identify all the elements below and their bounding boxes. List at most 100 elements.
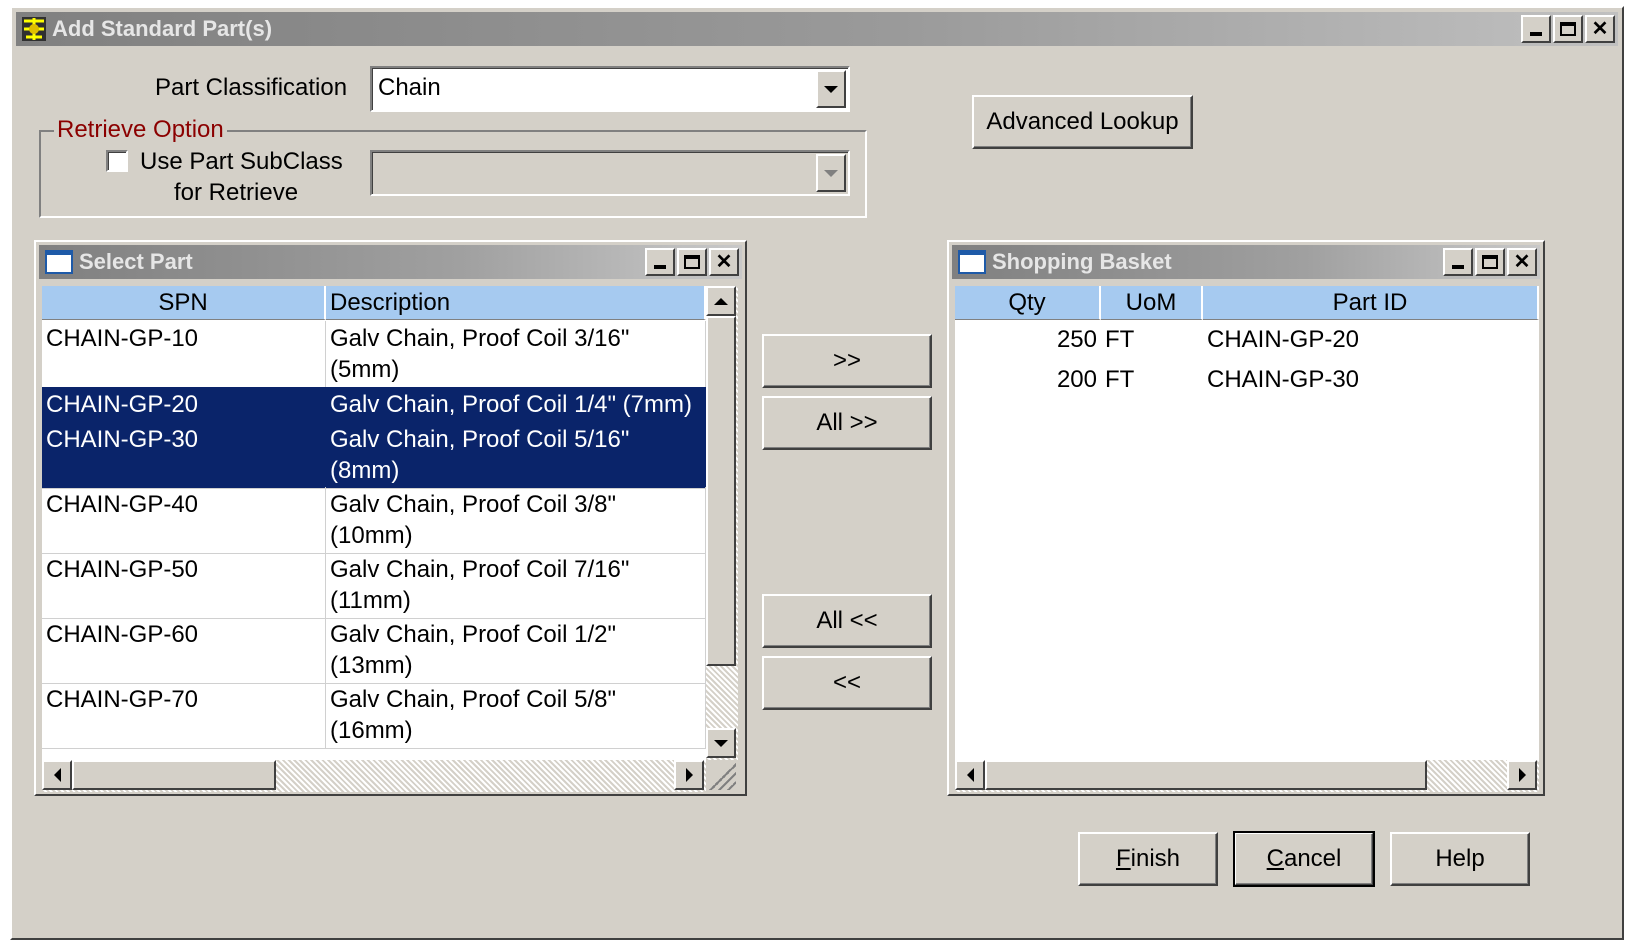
scroll-thumb[interactable] (985, 760, 1427, 790)
table-row[interactable]: CHAIN-GP-60 Galv Chain, Proof Coil 1/2"(… (42, 617, 706, 684)
column-header-part-id[interactable]: Part ID (1203, 286, 1539, 320)
panel-window-icon (958, 250, 986, 274)
shopping-basket-titlebar[interactable]: Shopping Basket ✕ (952, 245, 1540, 279)
select-part-close-button[interactable]: ✕ (709, 248, 739, 276)
row-spn: CHAIN-GP-10 (42, 321, 326, 387)
finish-button[interactable]: Finish (1078, 832, 1218, 886)
dropdown-arrow-button[interactable] (816, 70, 846, 108)
table-row[interactable]: 250 FT CHAIN-GP-20 (955, 322, 1539, 357)
scroll-up-button[interactable] (706, 286, 736, 316)
cancel-mnemonic: C (1266, 845, 1284, 872)
select-part-minimize-button[interactable] (645, 248, 675, 276)
row-description: Galv Chain, Proof Coil 1/4" (7mm) (326, 387, 706, 422)
minimize-button[interactable] (1521, 15, 1551, 43)
add-all-button[interactable]: All >> (762, 396, 932, 450)
minimize-icon (1530, 32, 1542, 36)
maximize-button[interactable] (1553, 15, 1583, 43)
scroll-thumb[interactable] (706, 316, 736, 666)
column-header-description[interactable]: Description (326, 286, 706, 320)
add-standard-parts-window: Add Standard Part(s) ✕ Part Classificati… (10, 6, 1624, 940)
column-header-spn[interactable]: SPN (42, 286, 326, 320)
scroll-left-button[interactable] (42, 760, 72, 790)
window-title: Add Standard Part(s) (52, 16, 273, 41)
shopping-basket-title: Shopping Basket (992, 249, 1172, 274)
scroll-left-button[interactable] (955, 760, 985, 790)
subclass-dropdown[interactable] (370, 150, 850, 196)
arrow-left-icon (53, 768, 61, 782)
use-subclass-label-line2: for Retrieve (174, 179, 299, 206)
shopping-basket-panel: Shopping Basket ✕ Qty UoM Part ID 250 FT… (947, 240, 1545, 796)
row-qty: 200 (1056, 366, 1097, 393)
select-part-grid[interactable]: SPN Description CHAIN-GP-10 Galv Chain, … (42, 286, 706, 760)
add-selected-button[interactable]: >> (762, 334, 932, 388)
arrow-right-icon (685, 768, 693, 782)
basket-horizontal-scrollbar[interactable] (955, 760, 1539, 792)
row-uom: FT (1105, 366, 1135, 393)
maximize-icon (1560, 22, 1576, 36)
table-row[interactable]: 200 FT CHAIN-GP-30 (955, 362, 1539, 397)
scroll-right-button[interactable] (674, 760, 704, 790)
shopping-basket-grid[interactable]: Qty UoM Part ID 250 FT CHAIN-GP-20 200 F… (955, 286, 1539, 760)
advanced-lookup-button[interactable]: Advanced Lookup (972, 95, 1193, 149)
basket-maximize-button[interactable] (1475, 248, 1505, 276)
remove-all-button[interactable]: All << (762, 594, 932, 648)
use-subclass-label-line1: Use Part SubClass (140, 148, 343, 175)
column-header-uom[interactable]: UoM (1101, 286, 1203, 320)
part-classification-dropdown[interactable]: Chain (370, 66, 850, 112)
close-icon: ✕ (1513, 251, 1531, 273)
use-subclass-checkbox[interactable] (106, 150, 128, 172)
row-description: Galv Chain, Proof Coil 1/2" (13mm) (326, 617, 706, 683)
finish-mnemonic: F (1115, 845, 1131, 872)
retrieve-option-legend: Retrieve Option (54, 116, 227, 144)
row-qty: 250 (1056, 326, 1097, 353)
row-uom: FT (1105, 326, 1135, 353)
panel-window-icon (45, 250, 73, 274)
row-description: Galv Chain, Proof Coil 3/16" (5mm) (326, 321, 706, 387)
scroll-thumb[interactable] (72, 760, 276, 790)
arrow-up-icon (714, 297, 728, 305)
select-part-maximize-button[interactable] (677, 248, 707, 276)
basket-close-button[interactable]: ✕ (1507, 248, 1537, 276)
close-icon: ✕ (1591, 18, 1609, 40)
table-row[interactable]: CHAIN-GP-10 Galv Chain, Proof Coil 3/16"… (42, 321, 706, 388)
part-classification-value: Chain (378, 74, 441, 101)
table-row[interactable]: CHAIN-GP-40 Galv Chain, Proof Coil 3/8"(… (42, 487, 706, 554)
table-row[interactable]: CHAIN-GP-30 Galv Chain, Proof Coil 5/16"… (42, 422, 706, 489)
row-description: Galv Chain, Proof Coil 3/8" (10mm) (326, 487, 706, 553)
scroll-right-button[interactable] (1507, 760, 1537, 790)
row-description: Galv Chain, Proof Coil 5/16" (8mm) (326, 422, 706, 488)
subclass-dropdown-arrow[interactable] (816, 154, 846, 192)
minimize-icon (1452, 265, 1464, 269)
help-button[interactable]: Help (1390, 832, 1530, 886)
resize-grip-icon[interactable] (706, 760, 736, 790)
arrow-down-icon (714, 739, 728, 747)
scroll-down-button[interactable] (706, 728, 736, 758)
chevron-down-icon (824, 169, 838, 177)
select-part-horizontal-scrollbar[interactable] (42, 760, 706, 792)
table-row[interactable]: CHAIN-GP-70 Galv Chain, Proof Coil 5/8"(… (42, 682, 706, 749)
row-description: Galv Chain, Proof Coil 7/16" (11mm) (326, 552, 706, 618)
row-spn: CHAIN-GP-20 (42, 387, 326, 422)
title-bar[interactable]: Add Standard Part(s) ✕ (16, 12, 1618, 46)
app-icon (22, 17, 46, 41)
remove-selected-button[interactable]: << (762, 656, 932, 710)
chevron-down-icon (824, 85, 838, 93)
arrow-left-icon (966, 768, 974, 782)
row-part-id: CHAIN-GP-30 (1207, 366, 1360, 393)
select-part-vertical-scrollbar[interactable] (706, 286, 738, 760)
maximize-icon (1482, 255, 1498, 269)
basket-minimize-button[interactable] (1443, 248, 1473, 276)
column-header-qty[interactable]: Qty (955, 286, 1101, 320)
row-spn: CHAIN-GP-50 (42, 552, 326, 618)
part-classification-label: Part Classification (155, 74, 348, 101)
table-row[interactable]: CHAIN-GP-50 Galv Chain, Proof Coil 7/16"… (42, 552, 706, 619)
close-button[interactable]: ✕ (1585, 15, 1615, 43)
table-row[interactable]: CHAIN-GP-20 Galv Chain, Proof Coil 1/4" … (42, 387, 706, 423)
arrow-right-icon (1518, 768, 1526, 782)
maximize-icon (684, 255, 700, 269)
minimize-icon (654, 265, 666, 269)
row-spn: CHAIN-GP-40 (42, 487, 326, 553)
cancel-button[interactable]: Cancel (1233, 831, 1375, 887)
select-part-titlebar[interactable]: Select Part ✕ (39, 245, 742, 279)
row-spn: CHAIN-GP-30 (42, 422, 326, 488)
